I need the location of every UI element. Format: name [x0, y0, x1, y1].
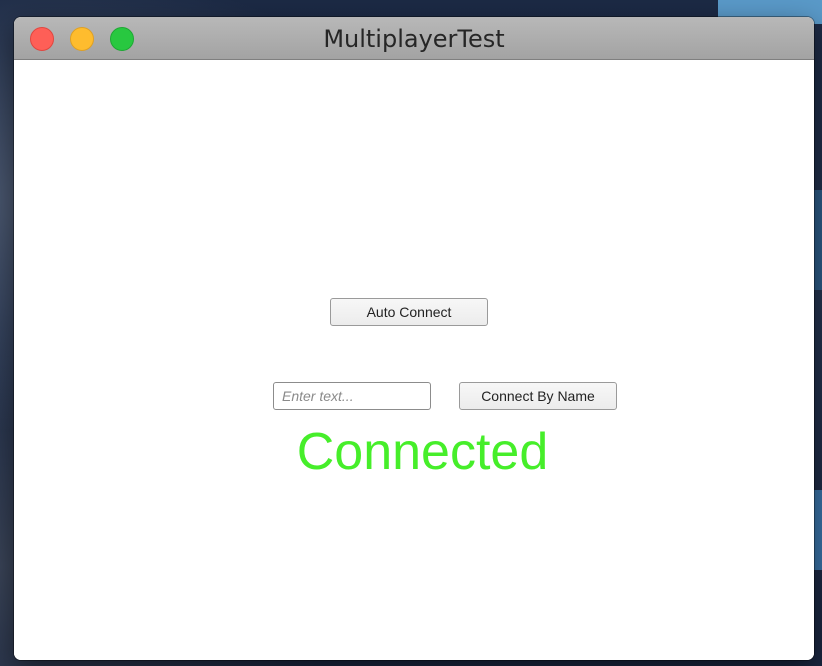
app-window: MultiplayerTest Auto Connect Connect By … [14, 17, 814, 660]
close-window-button[interactable] [30, 27, 54, 51]
app-content: Auto Connect Connect By Name Connected [14, 60, 814, 660]
minimize-window-button[interactable] [70, 27, 94, 51]
connect-by-name-button[interactable]: Connect By Name [459, 382, 617, 410]
auto-connect-button[interactable]: Auto Connect [330, 298, 488, 326]
zoom-window-button[interactable] [110, 27, 134, 51]
title-bar[interactable]: MultiplayerTest [14, 17, 814, 60]
connection-status: Connected [296, 423, 549, 481]
name-input[interactable] [273, 382, 431, 410]
window-title: MultiplayerTest [323, 25, 505, 53]
